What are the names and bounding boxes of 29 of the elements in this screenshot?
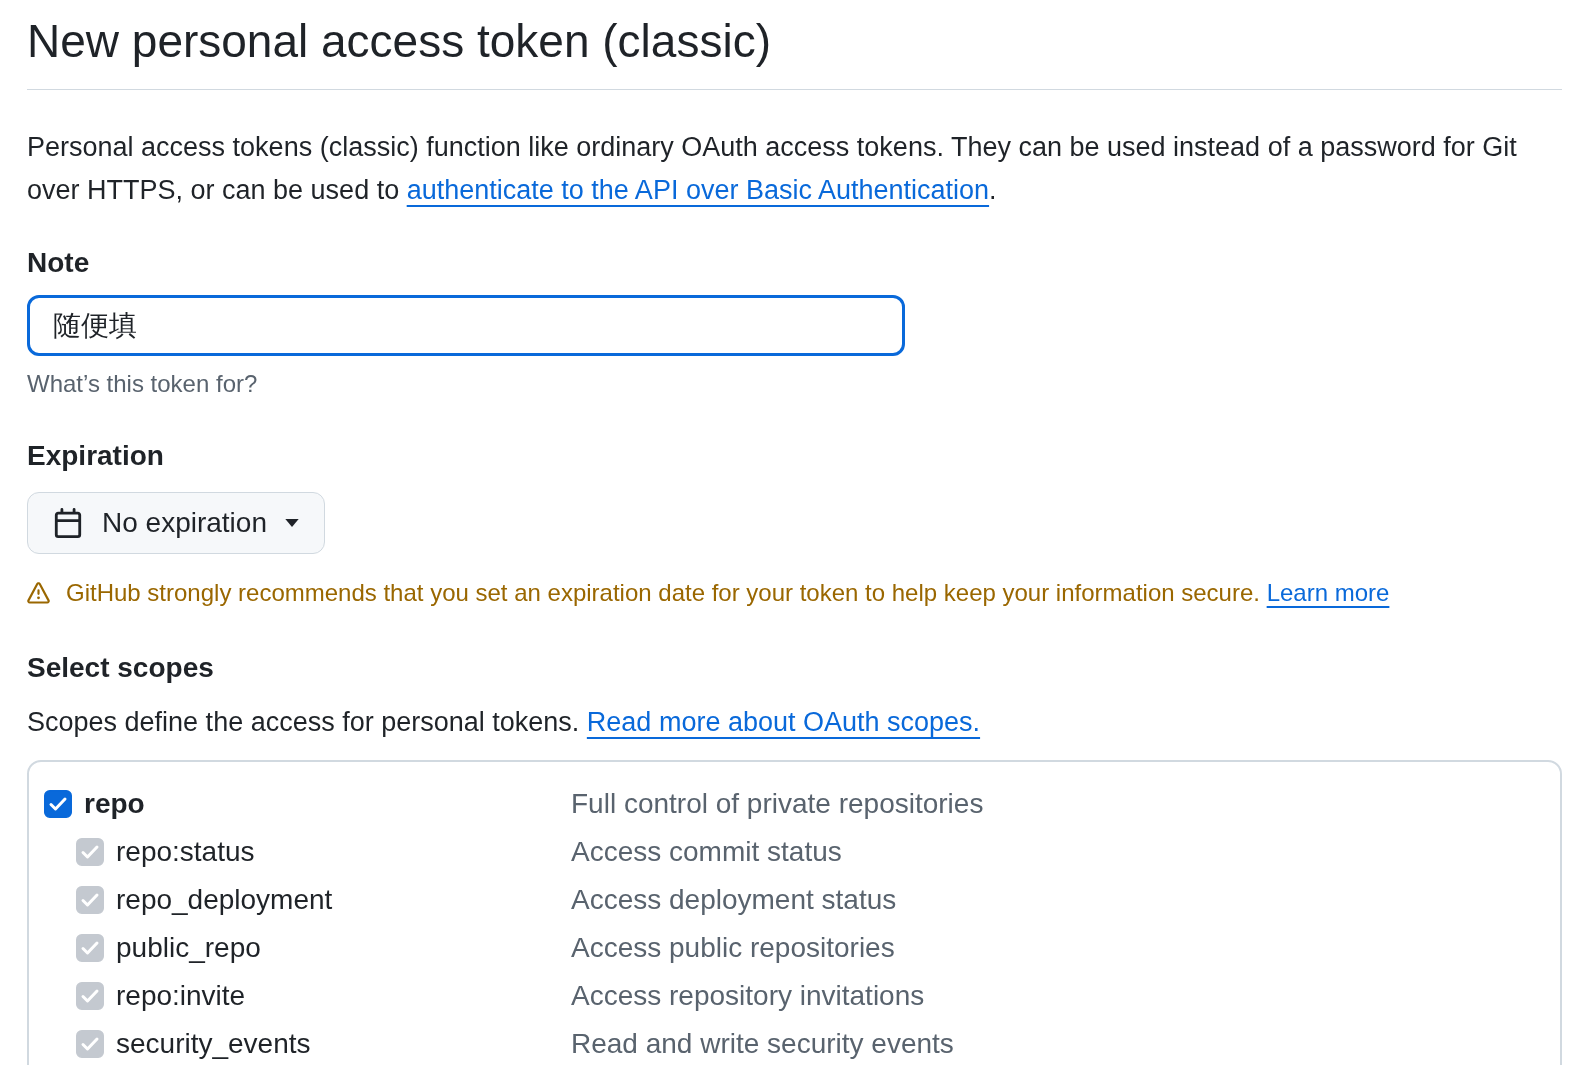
scope-name: repo <box>84 787 145 821</box>
expiration-dropdown[interactable]: No expiration <box>27 492 325 554</box>
calendar-icon <box>53 508 83 538</box>
scope-description: Full control of private repositories <box>571 787 984 821</box>
note-hint: What’s this token for? <box>27 369 259 399</box>
api-auth-link[interactable]: authenticate to the API over Basic Authentication <box>406 175 990 205</box>
intro-text: Personal access tokens (classic) function like ordinary OAuth access tokens. They can be used instead of a password for Git over HTTPS, or can be used to authenticate to the API over Basic Authentication. <box>27 131 1518 207</box>
scope-description: Read and write security events <box>571 1027 954 1061</box>
expiration-label: Expiration <box>27 439 165 473</box>
scopes-description: Scopes define the access for personal tokens. Read more about OAuth scopes. <box>27 706 982 739</box>
scopes-heading: Select scopes <box>27 651 215 685</box>
scope-name: repo:status <box>116 835 255 869</box>
page-title: New personal access token (classic) <box>27 14 772 69</box>
scope-description: Access public repositories <box>571 931 895 965</box>
scope-name: repo_deployment <box>116 883 333 917</box>
caret-icon <box>285 519 299 527</box>
learn-more-link[interactable]: Learn more <box>1266 579 1390 606</box>
scope-name: public_repo <box>116 931 261 965</box>
scope-name: repo:invite <box>116 979 246 1013</box>
warning-text: GitHub strongly recommends that you set an expiration date for your token to help keep your information secure. Learn more <box>66 578 1390 608</box>
scope-name: security_events <box>116 1027 311 1061</box>
note-label: Note <box>27 246 91 280</box>
note-input[interactable]: 随便填 <box>27 295 905 356</box>
checkbox[interactable] <box>44 790 72 818</box>
scope-description: Access commit status <box>571 835 842 869</box>
warning-icon <box>27 581 50 605</box>
scope-description: Access repository invitations <box>571 979 925 1013</box>
oauth-scopes-link[interactable]: Read more about OAuth scopes. <box>586 707 981 737</box>
scope-description: Access deployment status <box>571 883 897 917</box>
